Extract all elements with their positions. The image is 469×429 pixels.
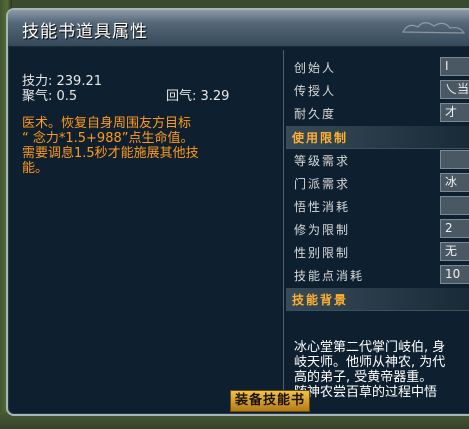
property-value: 乀当 [440,80,469,99]
property-value: I [440,57,469,76]
property-label: 创始人 [294,61,337,75]
gather-stat: 聚气: 0.5 [22,89,78,104]
description-line: 需要调息1.5秒才能施展其他技 [22,146,199,161]
skill-description: 医术。恢复自身周围友方目标 “ 念力*1.5+988”点生命值。 需要调息1.5… [22,116,272,176]
property-row-durability: 耐久度 才 [290,102,469,124]
return-stat: 回气: 3.29 [166,89,230,104]
property-row-teacher: 传授人 乀当 [290,79,469,101]
limit-row-gender: 性别限制 无 [290,241,469,263]
background-line: 高的弟子, 受黄帝器重。 [294,370,433,385]
limit-value: 冰 [440,173,469,192]
limit-label: 修为限制 [294,223,351,237]
skill-book-window: 技能书道具属性 技力: 239.21 聚气: 0.5 回气: 3.29 医术。恢… [6,8,469,416]
background-line: 岐天师。他师从神农, 为代 [294,355,446,370]
limit-row-level: 等级需求 [290,149,469,171]
limit-value: 10 [440,265,469,284]
equip-skill-book-button[interactable]: 装备技能书 [230,390,310,412]
limit-label: 悟性消耗 [294,200,351,214]
section-skill-background: 技能背景 [286,288,469,311]
properties-pane: 创始人 I 传授人 乀当 耐久度 才 使用限制 等级需求 门派需求 冰 悟性消耗… [282,48,469,414]
limit-row-insight: 悟性消耗 [290,195,469,217]
limit-value: 无 [440,242,469,261]
limit-row-skill-points: 技能点消耗 10 [290,264,469,286]
property-row-creator: 创始人 I [290,56,469,78]
background-line: 冰心堂第二代掌门岐伯, 身 [294,340,446,355]
property-value: 才 [440,103,469,122]
title-bar[interactable]: 技能书道具属性 [8,10,469,47]
skill-info-pane: 技力: 239.21 聚气: 0.5 回气: 3.29 医术。恢复自身周围友方目… [14,54,280,414]
limit-value [440,150,469,169]
description-line: “ 念力*1.5+988”点生命值。 [22,131,194,146]
limit-value: 2 [440,219,469,238]
limit-label: 技能点消耗 [294,269,365,283]
limit-row-cultivation: 修为限制 2 [290,218,469,240]
limit-label: 等级需求 [294,154,351,168]
limit-label: 性别限制 [294,246,351,260]
limit-value [440,196,469,215]
cloud-ornament-icon [402,22,466,34]
window-title: 技能书道具属性 [22,22,148,42]
property-label: 传授人 [294,84,337,98]
property-label: 耐久度 [294,107,337,121]
description-line: 能。 [22,161,49,176]
limit-label: 门派需求 [294,177,351,191]
background-line: 随神农尝百草的过程中悟 [294,385,438,400]
description-line: 医术。恢复自身周围友方目标 [22,116,192,131]
skill-background-text: 冰心堂第二代掌门岐伯, 身 岐天师。他师从神农, 为代 高的弟子, 受黄帝器重。… [294,340,469,400]
limit-row-sect: 门派需求 冰 [290,172,469,194]
section-title: 技能背景 [292,293,349,307]
section-usage-limits: 使用限制 [286,126,469,149]
section-title: 使用限制 [292,131,349,145]
